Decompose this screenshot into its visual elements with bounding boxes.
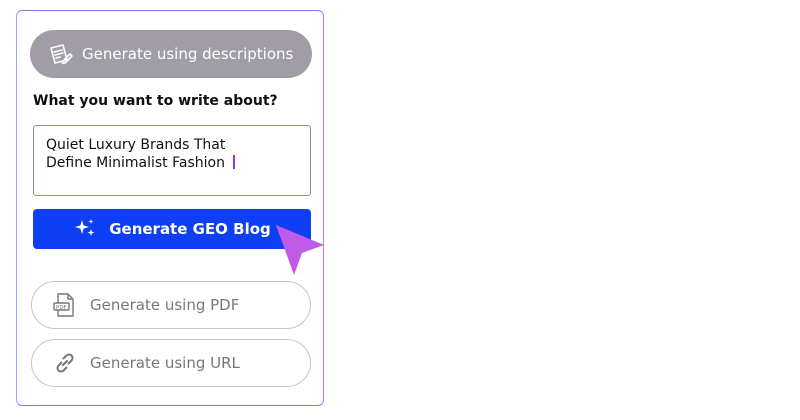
topic-input-value: Quiet Luxury Brands That Define Minimali… xyxy=(46,137,226,171)
generate-geo-blog-label: Generate GEO Blog xyxy=(109,220,271,238)
generate-using-url-button[interactable]: Generate using URL xyxy=(31,339,311,387)
document-edit-icon xyxy=(46,40,74,68)
url-button-label: Generate using URL xyxy=(90,354,240,372)
descriptions-button-label: Generate using descriptions xyxy=(82,45,294,63)
generate-geo-blog-button[interactable]: Generate GEO Blog xyxy=(33,209,311,249)
sparkle-icon xyxy=(73,217,97,241)
cursor-arrow-icon xyxy=(276,225,324,275)
text-caret xyxy=(232,155,235,169)
topic-question-label: What you want to write about? xyxy=(33,93,278,109)
link-icon xyxy=(52,350,78,376)
generate-using-descriptions-button[interactable]: Generate using descriptions xyxy=(30,30,312,78)
generate-using-pdf-button[interactable]: PDF Generate using PDF xyxy=(31,281,311,329)
svg-text:PDF: PDF xyxy=(56,305,67,311)
topic-input[interactable]: Quiet Luxury Brands That Define Minimali… xyxy=(33,125,311,196)
pdf-file-icon: PDF xyxy=(52,292,78,318)
pdf-button-label: Generate using PDF xyxy=(90,296,240,314)
